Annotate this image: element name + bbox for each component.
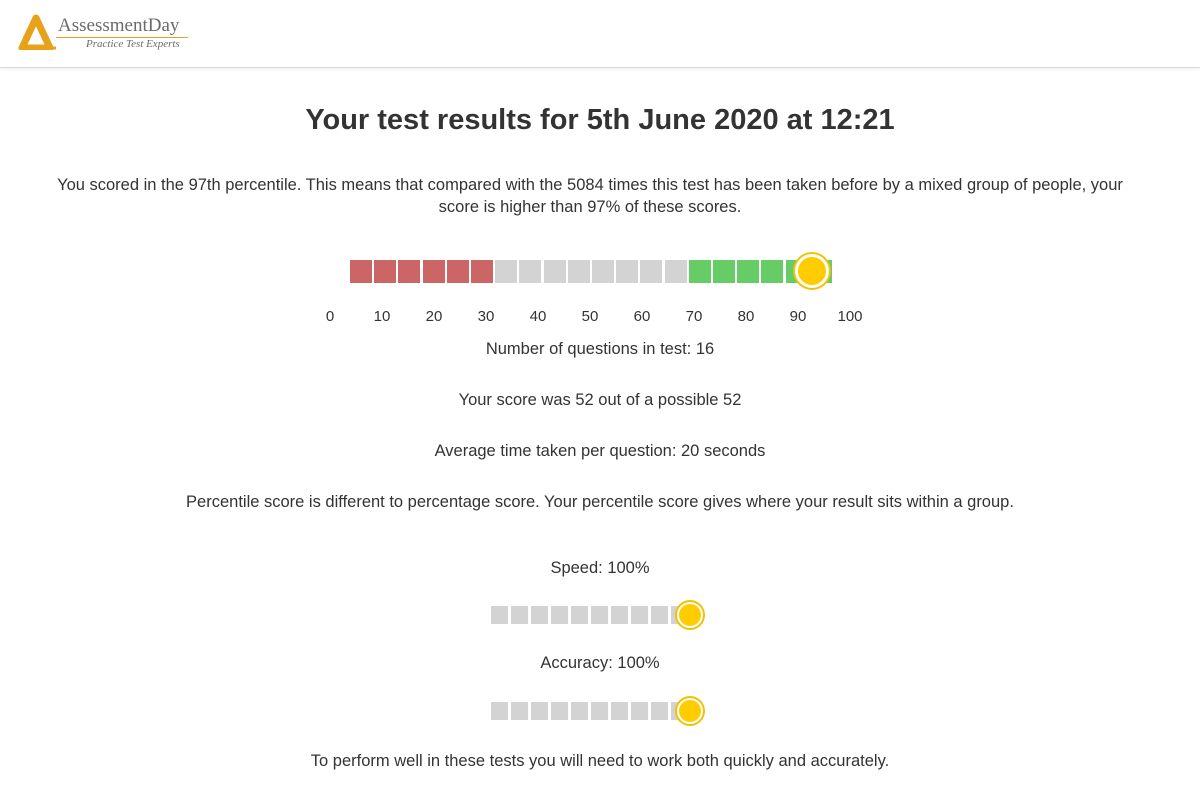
percentile-segment — [471, 260, 493, 283]
accuracy-segment — [631, 702, 648, 720]
percentile-segment — [422, 260, 445, 283]
logo-a-icon — [18, 14, 56, 50]
accuracy-marker — [677, 698, 703, 724]
page-title: Your test results for 5th June 2020 at 1… — [305, 104, 895, 136]
accuracy-segment — [591, 702, 608, 720]
accuracy-segment — [651, 702, 668, 720]
speed-segment — [631, 606, 648, 624]
accuracy-bar — [491, 698, 707, 724]
speed-segment — [651, 606, 668, 624]
scale-tick-label: 50 — [581, 308, 599, 325]
average-time-text: Average time taken per question: 20 seco… — [434, 442, 766, 460]
speed-segment — [611, 606, 628, 624]
percentile-segment — [567, 260, 590, 283]
speed-segment — [551, 606, 568, 624]
percentile-segment — [495, 260, 518, 283]
percentile-segment — [446, 260, 469, 283]
percentile-note: Percentile score is different to percent… — [186, 493, 1014, 511]
percentile-segment — [688, 260, 711, 283]
percentile-segment — [592, 260, 614, 283]
scale-tick-label: 70 — [685, 308, 703, 325]
score-text: Your score was 52 out of a possible 52 — [458, 391, 742, 409]
logo-tagline: Practice Test Experts — [86, 38, 180, 50]
speed-segment — [531, 606, 548, 624]
accuracy-segment — [531, 702, 548, 720]
percentile-segment — [640, 260, 663, 283]
scale-tick-label: 100 — [837, 308, 863, 325]
percentile-segment — [398, 260, 421, 283]
questions-count: Number of questions in test: 16 — [485, 340, 715, 358]
percentile-bar — [350, 254, 832, 288]
accuracy-segment — [571, 702, 588, 720]
speed-segment — [591, 606, 608, 624]
speed-segment — [571, 606, 588, 624]
percentile-explanation: You scored in the 97th percentile. This … — [57, 176, 1123, 216]
accuracy-segment — [491, 702, 508, 720]
assessmentday-logo[interactable]: AssessmentDay Practice Test Experts — [18, 12, 198, 54]
percentile-segment — [519, 260, 542, 283]
percentile-segment — [374, 260, 397, 283]
percentile-segment — [543, 260, 566, 283]
percentile-segment — [761, 260, 784, 283]
logo-name: AssessmentDay — [58, 15, 180, 36]
speed-segment — [511, 606, 528, 624]
percentile-segment — [737, 260, 760, 283]
accuracy-segment — [611, 702, 628, 720]
speed-bar — [491, 602, 707, 628]
accuracy-label: Accuracy: 100% — [540, 654, 660, 672]
speed-marker — [677, 602, 703, 628]
scale-tick-label: 60 — [633, 308, 651, 325]
scale-tick-label: 40 — [529, 308, 547, 325]
speed-segment — [491, 606, 508, 624]
scale-tick-label: 10 — [373, 308, 391, 325]
percentile-segment — [664, 260, 687, 283]
scale-tick-label: 20 — [425, 308, 443, 325]
percentile-segment — [350, 260, 372, 283]
scale-tick-label: 90 — [789, 308, 807, 325]
accuracy-segment — [511, 702, 528, 720]
site-header: AssessmentDay Practice Test Experts — [0, 0, 1200, 68]
percentile-segment — [616, 260, 639, 283]
scale-tick-label: 0 — [325, 308, 335, 325]
scale-tick-label: 30 — [477, 308, 495, 325]
scale-tick-label: 80 — [737, 308, 755, 325]
speed-label: Speed: 100% — [550, 559, 650, 577]
accuracy-segment — [551, 702, 568, 720]
percentile-segment — [713, 260, 735, 283]
advice-text: To perform well in these tests you will … — [310, 752, 890, 770]
